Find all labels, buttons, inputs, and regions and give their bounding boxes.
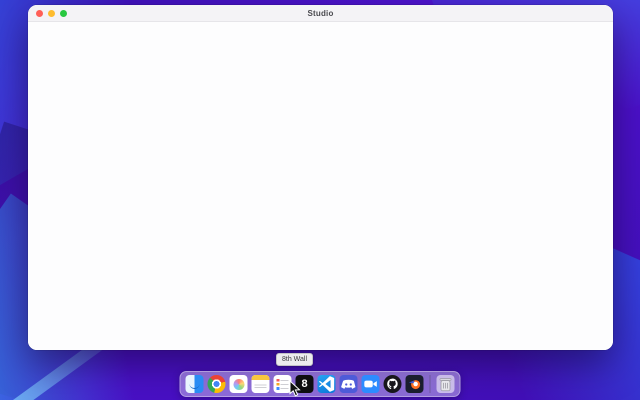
zoom-camera-shape — [364, 380, 377, 388]
window-title: Studio — [307, 8, 334, 18]
photos-icon[interactable] — [229, 375, 248, 393]
chrome-icon[interactable] — [207, 375, 226, 393]
8thwall-icon[interactable]: 8 — [295, 375, 314, 393]
finder-icon[interactable] — [185, 375, 204, 393]
discord-icon[interactable] — [339, 375, 358, 393]
discord-logo-shape — [341, 379, 356, 389]
zoom-icon[interactable] — [361, 375, 380, 393]
window-content — [28, 22, 613, 350]
dock-tooltip: 8th Wall — [276, 353, 314, 366]
github-icon[interactable] — [383, 375, 402, 393]
trash-icon[interactable] — [436, 375, 455, 393]
desktop-wallpaper: Studio 8th Wall 8 — [0, 0, 640, 400]
vscode-logo-shape — [318, 376, 335, 392]
blender-icon[interactable] — [405, 375, 424, 393]
studio-window: Studio — [28, 5, 613, 350]
github-octocat-shape — [387, 378, 398, 390]
vscode-icon[interactable] — [317, 375, 336, 393]
dock: 8 — [179, 371, 461, 397]
notes-icon[interactable] — [251, 375, 270, 393]
blender-logo-shape — [408, 380, 421, 390]
dock-divider — [429, 375, 431, 393]
8thwall-glyph: 8 — [301, 378, 308, 390]
reminders-icon[interactable] — [273, 375, 292, 393]
window-titlebar[interactable]: Studio — [28, 5, 613, 22]
trash-can-shape — [439, 378, 452, 392]
